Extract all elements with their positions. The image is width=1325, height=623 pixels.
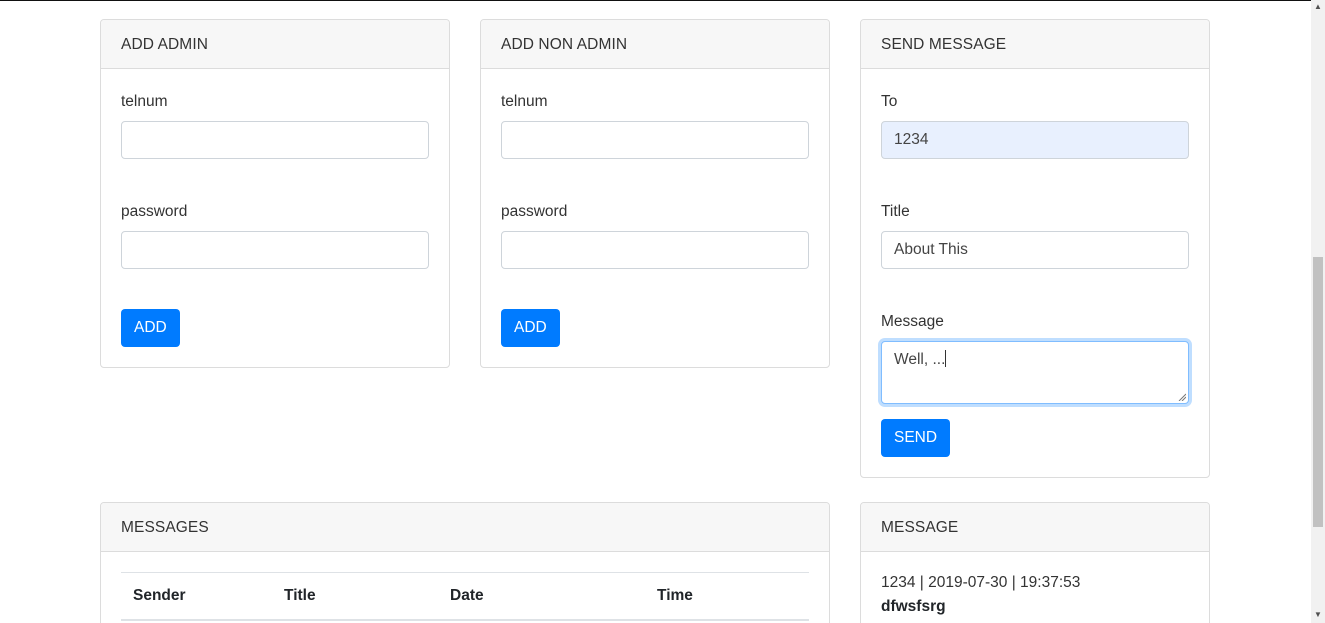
column-header-date[interactable]: Date — [438, 572, 645, 621]
text-cursor — [945, 350, 947, 367]
add-non-admin-card: ADD NON ADMIN telnum password ADD — [480, 19, 830, 368]
message-meta: 1234 | 2019-07-30 | 19:37:53 — [881, 574, 1081, 591]
top-border — [0, 0, 1311, 1]
message-title: dfwsfsrg — [881, 598, 946, 615]
message-header: MESSAGE — [861, 503, 1209, 552]
messages-card: MESSAGES Sender Title Date Time — [100, 502, 830, 623]
non-admin-password-input[interactable] — [501, 231, 809, 269]
resize-handle-icon[interactable] — [1178, 393, 1186, 401]
scroll-up-arrow-icon[interactable]: ▲ — [1313, 2, 1323, 12]
column-header-sender[interactable]: Sender — [121, 572, 272, 621]
message-text: Well, ... — [894, 351, 946, 368]
messages-table-header-row: Sender Title Date Time — [121, 572, 809, 621]
send-message-header: SEND MESSAGE — [861, 20, 1209, 69]
non-admin-password-label: password — [501, 203, 568, 220]
send-message-card: SEND MESSAGE To 1234 Title About This Me… — [860, 19, 1210, 478]
add-admin-header: ADD ADMIN — [101, 20, 449, 69]
message-textarea[interactable]: Well, ... — [881, 341, 1189, 404]
add-non-admin-header: ADD NON ADMIN — [481, 20, 829, 69]
scroll-down-arrow-icon[interactable]: ▼ — [1313, 610, 1323, 620]
admin-password-label: password — [121, 203, 188, 220]
non-admin-telnum-input[interactable] — [501, 121, 809, 159]
to-input[interactable]: 1234 — [881, 121, 1189, 159]
scrollbar-thumb[interactable] — [1313, 257, 1323, 527]
add-non-admin-button[interactable]: ADD — [501, 309, 560, 347]
column-header-time[interactable]: Time — [645, 572, 809, 621]
title-label: Title — [881, 203, 910, 220]
send-button[interactable]: SEND — [881, 419, 951, 457]
column-header-title[interactable]: Title — [272, 572, 438, 621]
non-admin-telnum-label: telnum — [501, 93, 548, 110]
add-admin-button[interactable]: ADD — [121, 309, 180, 347]
message-label: Message — [881, 313, 944, 330]
admin-password-input[interactable] — [121, 231, 429, 269]
title-input[interactable]: About This — [881, 231, 1189, 269]
admin-telnum-input[interactable] — [121, 121, 429, 159]
to-label: To — [881, 93, 898, 110]
add-admin-card: ADD ADMIN telnum password ADD — [100, 19, 450, 368]
message-card: MESSAGE 1234 | 2019-07-30 | 19:37:53 dfw… — [860, 502, 1210, 623]
admin-telnum-label: telnum — [121, 93, 168, 110]
messages-header: MESSAGES — [101, 503, 829, 552]
messages-table: Sender Title Date Time — [121, 572, 809, 621]
